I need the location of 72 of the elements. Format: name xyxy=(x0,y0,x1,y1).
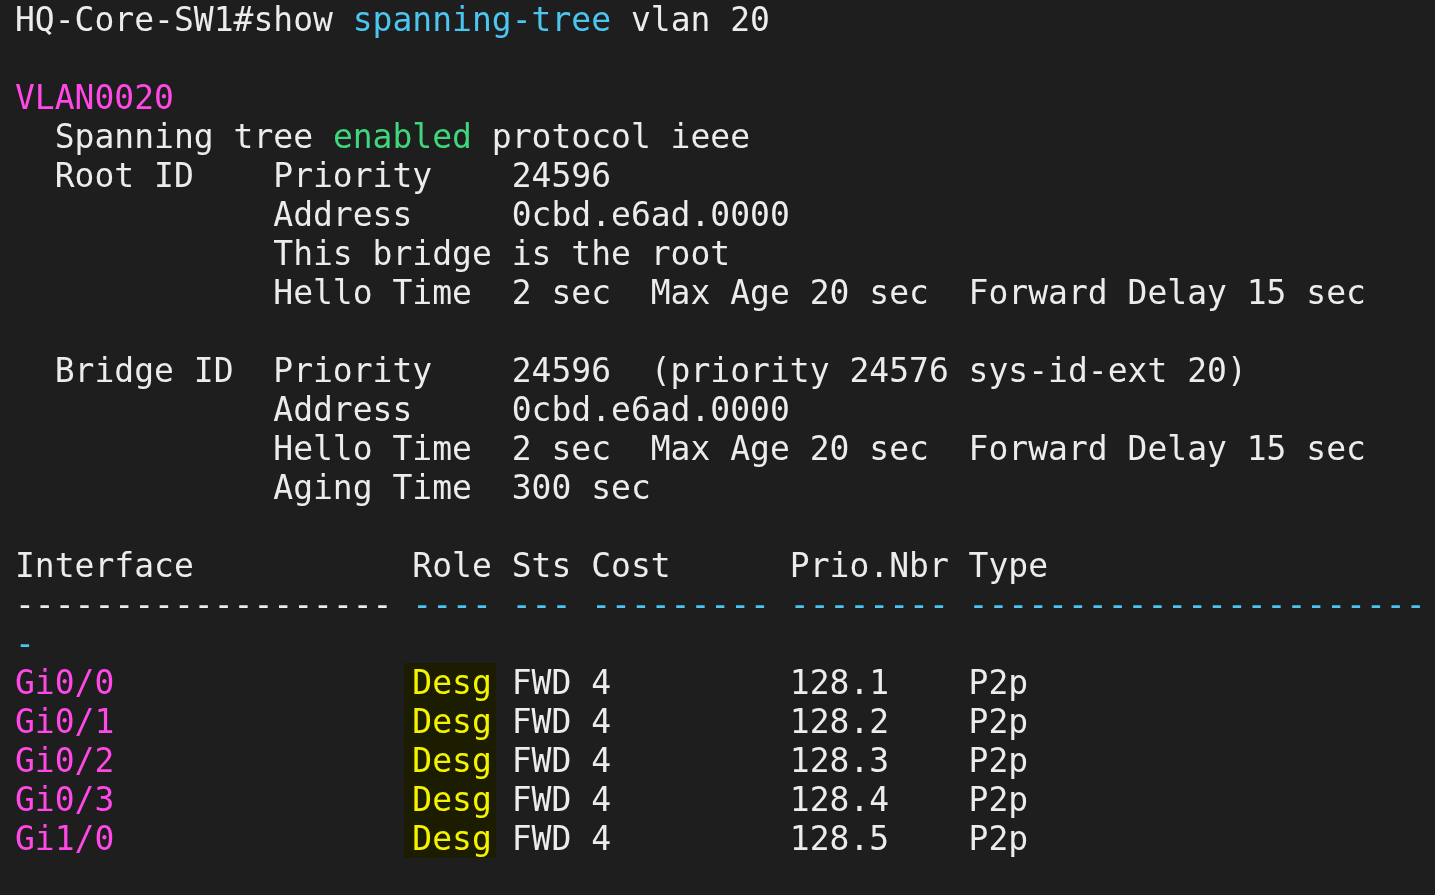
column-header: Interface xyxy=(15,546,195,585)
interface-name: Gi0/0 xyxy=(15,663,115,702)
column-header: Prio.Nbr xyxy=(789,546,950,585)
interface-name: Gi0/1 xyxy=(15,702,115,741)
priority-cell: 128.1 xyxy=(789,663,890,702)
priority-cell: 128.4 xyxy=(789,780,890,819)
type-cell: P2p xyxy=(968,741,1029,780)
status-cell: FWD xyxy=(511,780,572,819)
field-label: Priority xyxy=(273,351,434,390)
field-label: Aging Time xyxy=(273,468,473,507)
type-cell: P2p xyxy=(968,819,1029,858)
command-text: HQ-Core-SW1#show xyxy=(15,0,333,39)
dash-rule: ----------------------- xyxy=(968,585,1426,624)
command-text: spanning-tree xyxy=(352,0,612,39)
field-value: 300 sec xyxy=(511,468,651,507)
field-value: 0cbd.e6ad.0000 xyxy=(511,390,790,429)
status-text: Spanning tree xyxy=(54,117,313,156)
priority-cell: 128.5 xyxy=(789,819,890,858)
status-cell: FWD xyxy=(511,663,572,702)
cost-cell: 4 xyxy=(591,741,611,780)
column-header: Sts xyxy=(511,546,573,585)
command-text: vlan 20 xyxy=(630,0,770,39)
field-value: 2 sec xyxy=(511,429,612,468)
status-text: protocol ieee xyxy=(491,117,751,156)
field-value: Forward Delay 15 sec xyxy=(968,429,1366,468)
field-value: 24596 xyxy=(511,156,612,195)
dash-rule: ------------------- xyxy=(15,585,393,624)
field-label: Address xyxy=(273,195,414,234)
note-text: This bridge is the root xyxy=(273,234,731,273)
field-label: Priority xyxy=(273,156,434,195)
priority-cell: 128.2 xyxy=(789,702,890,741)
interface-name: Gi0/3 xyxy=(15,780,115,819)
status-cell: FWD xyxy=(511,741,572,780)
field-value: Forward Delay 15 sec xyxy=(968,273,1366,312)
column-header: Type xyxy=(968,546,1049,585)
status-cell: FWD xyxy=(511,702,572,741)
cost-cell: 4 xyxy=(591,819,611,858)
type-cell: P2p xyxy=(968,663,1029,702)
interface-name: Gi1/0 xyxy=(15,819,115,858)
cost-cell: 4 xyxy=(591,780,611,819)
column-header: Role xyxy=(412,546,493,585)
column-header: Cost xyxy=(591,546,672,585)
field-value: (priority 24576 sys-id-ext 20) xyxy=(650,351,1247,390)
section-title: Root ID xyxy=(54,156,195,195)
field-value: 24596 xyxy=(511,351,612,390)
status-cell: FWD xyxy=(511,819,572,858)
role-text: Desg xyxy=(404,780,496,819)
dash-rule: --- xyxy=(511,585,572,624)
role-text: Desg xyxy=(404,819,496,858)
dash-rule: --------- xyxy=(591,585,770,624)
cost-cell: 4 xyxy=(591,663,611,702)
field-label: Address xyxy=(273,390,414,429)
field-value: Max Age 20 sec xyxy=(650,273,930,312)
field-value: Max Age 20 sec xyxy=(650,429,930,468)
type-cell: P2p xyxy=(968,702,1029,741)
dash-rule: -------- xyxy=(789,585,949,624)
role-text: Desg xyxy=(404,702,496,741)
cost-cell: 4 xyxy=(591,702,611,741)
type-cell: P2p xyxy=(968,780,1029,819)
field-value: 0cbd.e6ad.0000 xyxy=(511,195,790,234)
field-label: Hello Time xyxy=(273,429,473,468)
priority-cell: 128.3 xyxy=(789,741,890,780)
interface-name: Gi0/2 xyxy=(15,741,115,780)
field-value: 2 sec xyxy=(511,273,612,312)
role-text: Desg xyxy=(404,663,496,702)
section-title: Bridge ID xyxy=(54,351,235,390)
vlan-name: VLAN0020 xyxy=(15,78,174,117)
field-label: Hello Time xyxy=(273,273,473,312)
status-text: enabled xyxy=(332,117,472,156)
dash-rule: ---- xyxy=(412,585,492,624)
dash-rule: - xyxy=(15,624,35,663)
role-text: Desg xyxy=(404,741,496,780)
